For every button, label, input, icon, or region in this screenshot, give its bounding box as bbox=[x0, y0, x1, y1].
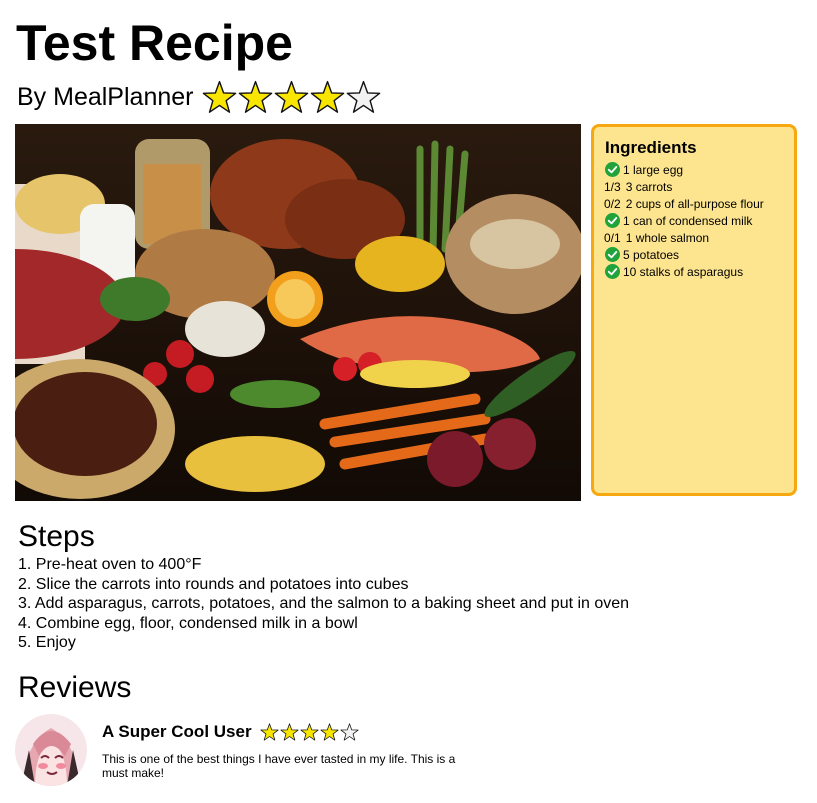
step-item: 3. Add asparagus, carrots, potatoes, and… bbox=[18, 595, 630, 613]
step-item: 5. Enjoy bbox=[18, 634, 76, 652]
star-icon bbox=[320, 723, 339, 741]
avatar bbox=[15, 714, 87, 786]
check-circle-icon bbox=[605, 264, 620, 279]
star-icon bbox=[239, 80, 273, 113]
step-item: 4. Combine egg, floor, condensed milk in… bbox=[18, 614, 358, 632]
ingredient-item: 0/2 2 cups of all-purpose flour bbox=[604, 195, 784, 212]
recipe-rating bbox=[202, 80, 382, 114]
star-icon bbox=[311, 80, 345, 113]
review-card: A Super Cool User This is one of the bes… bbox=[15, 714, 515, 789]
ingredient-label: 5 potatoes bbox=[623, 247, 680, 262]
ingredients-panel: Ingredients 1 large egg 1/3 3 carrots 0/2 2 … bbox=[591, 124, 797, 496]
ingredient-item: 1/3 3 carrots bbox=[604, 178, 784, 195]
reviewer-row: A Super Cool User bbox=[102, 722, 360, 742]
check-circle-icon bbox=[605, 213, 620, 228]
step-item: 2. Slice the carrots into rounds and pot… bbox=[18, 575, 409, 593]
ingredient-label: 10 stalks of asparagus bbox=[623, 264, 744, 279]
star-icon bbox=[280, 723, 299, 741]
reviewer-name: A Super Cool User bbox=[102, 722, 252, 741]
check-circle-icon bbox=[605, 247, 620, 262]
ingredient-progress: 1/3 bbox=[604, 179, 621, 194]
reviews-heading: Reviews bbox=[18, 671, 132, 704]
steps-list: 1. Pre-heat oven to 400°F 2. Slice the c… bbox=[18, 555, 629, 653]
step-item: 1. Pre-heat oven to 400°F bbox=[18, 556, 202, 573]
recipe-byline: By MealPlanner bbox=[17, 80, 382, 114]
star-icon bbox=[203, 80, 237, 113]
ingredient-item: 0/1 1 whole salmon bbox=[604, 229, 784, 246]
ingredient-label: 3 carrots bbox=[625, 179, 673, 194]
recipe-photo bbox=[15, 124, 581, 501]
ingredient-item: 10 stalks of asparagus bbox=[604, 263, 784, 280]
star-icon bbox=[340, 723, 359, 741]
star-icon bbox=[260, 723, 279, 741]
review-rating bbox=[260, 723, 360, 741]
ingredient-progress: 0/1 bbox=[604, 230, 621, 245]
ingredients-list: 1 large egg 1/3 3 carrots 0/2 2 cups of all-… bbox=[604, 161, 784, 280]
ingredients-heading: Ingredients bbox=[605, 138, 697, 157]
ingredient-label: 1 whole salmon bbox=[625, 230, 710, 245]
star-icon bbox=[275, 80, 309, 113]
steps-heading: Steps bbox=[18, 520, 95, 553]
ingredient-label: 2 cups of all-purpose flour bbox=[625, 196, 764, 211]
ingredient-item: 1 large egg bbox=[604, 161, 784, 178]
star-icon bbox=[300, 723, 319, 741]
ingredient-item: 5 potatoes bbox=[604, 246, 784, 263]
ingredient-label: 1 large egg bbox=[623, 162, 684, 177]
recipe-title: Test Recipe bbox=[16, 15, 293, 71]
review-text: This is one of the best things I have ev… bbox=[102, 752, 456, 780]
star-icon bbox=[347, 80, 381, 113]
recipe-author: By MealPlanner bbox=[17, 83, 194, 111]
ingredient-label: 1 can of condensed milk bbox=[623, 213, 753, 228]
ingredient-item: 1 can of condensed milk bbox=[604, 212, 784, 229]
check-circle-icon bbox=[605, 162, 620, 177]
ingredient-progress: 0/2 bbox=[604, 196, 621, 211]
